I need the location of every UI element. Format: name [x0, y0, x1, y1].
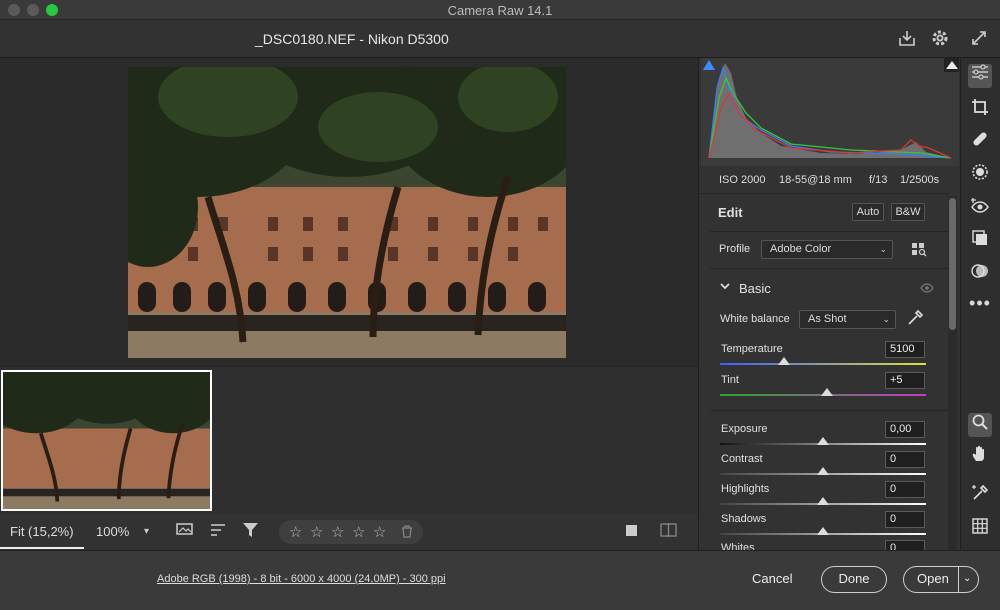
- filmstrip-view-icon[interactable]: [176, 522, 194, 543]
- slider-label: Shadows: [721, 513, 767, 525]
- bw-button[interactable]: B&W: [891, 203, 925, 221]
- slider-thumb[interactable]: [777, 357, 790, 365]
- slider-label: Highlights: [721, 483, 770, 495]
- slider-label: Contrast: [721, 453, 763, 465]
- white-balance-select[interactable]: As Shot ⌄: [799, 310, 896, 329]
- slider-value-input[interactable]: 0: [885, 511, 925, 528]
- edit-sliders-icon[interactable]: [968, 64, 992, 88]
- slider-label: Temperature: [721, 343, 783, 355]
- white-balance-value: As Shot: [808, 313, 847, 325]
- profile-browser-icon[interactable]: [911, 241, 927, 260]
- slider-value-input[interactable]: 0: [885, 451, 925, 468]
- window-title: Camera Raw 14.1: [447, 3, 553, 18]
- slider-thumb[interactable]: [817, 527, 829, 535]
- header: _DSC0180.NEF - Nikon D5300: [0, 20, 1000, 58]
- panel-scrollbar-thumb[interactable]: [949, 198, 956, 330]
- presets-icon[interactable]: [968, 262, 992, 286]
- eyedropper-icon[interactable]: [906, 309, 924, 330]
- star-icon[interactable]: ☆: [352, 523, 365, 541]
- heal-icon[interactable]: [968, 130, 992, 154]
- divider: [710, 268, 948, 269]
- rating-bar: ☆ ☆ ☆ ☆ ☆: [279, 520, 423, 544]
- grid-icon[interactable]: [968, 517, 992, 541]
- eye-icon[interactable]: [920, 282, 934, 297]
- slider-value-input[interactable]: +5: [885, 372, 925, 389]
- filmstrip-thumbnail[interactable]: [1, 370, 212, 511]
- chevron-down-icon: ⌄: [879, 244, 887, 254]
- star-icon[interactable]: ☆: [310, 523, 323, 541]
- redeye-icon[interactable]: [968, 197, 992, 221]
- zoom-100-button[interactable]: 100%: [96, 524, 129, 539]
- slider-thumb[interactable]: [817, 467, 829, 475]
- exif-aperture: f/13: [869, 174, 888, 186]
- crop-icon[interactable]: [968, 98, 992, 122]
- slider-label: Tint: [721, 374, 739, 386]
- slider-label: Exposure: [721, 423, 768, 435]
- chevron-down-icon[interactable]: ⌄: [963, 567, 971, 591]
- save-icon[interactable]: [896, 28, 918, 50]
- exif-iso: ISO 2000: [719, 174, 766, 186]
- slider-thumb[interactable]: [821, 388, 834, 396]
- hand-icon[interactable]: [968, 445, 992, 469]
- more-icon[interactable]: •••: [968, 291, 992, 315]
- footer: Adobe RGB (1998) - 8 bit - 6000 x 4000 (…: [0, 550, 1000, 610]
- divider: [710, 410, 948, 411]
- zoom-icon[interactable]: [968, 413, 992, 437]
- file-name: _DSC0180.NEF - Nikon D5300: [255, 31, 449, 47]
- auto-button[interactable]: Auto: [852, 203, 884, 221]
- histogram: [701, 58, 959, 166]
- mask-icon[interactable]: [968, 163, 992, 187]
- divider: [958, 566, 959, 592]
- fullscreen-icon[interactable]: [968, 28, 990, 50]
- basic-section-title[interactable]: Basic: [739, 281, 771, 296]
- white-balance-label: White balance: [720, 313, 790, 325]
- filter-icon[interactable]: [242, 522, 260, 543]
- color-sampler-icon[interactable]: [968, 484, 992, 508]
- chevron-down-icon: ⌄: [882, 314, 890, 324]
- edit-title: Edit: [718, 205, 743, 220]
- before-after-icon[interactable]: [660, 522, 678, 543]
- slider-thumb[interactable]: [817, 437, 829, 445]
- star-icon[interactable]: ☆: [331, 523, 344, 541]
- exif-shutter: 1/2500s: [900, 174, 940, 186]
- slider-value-input[interactable]: 0: [885, 481, 925, 498]
- chevron-down-icon[interactable]: ▾: [144, 526, 149, 537]
- profile-select[interactable]: Adobe Color ⌄: [761, 240, 893, 259]
- done-button[interactable]: Done: [821, 566, 887, 593]
- divider: [710, 231, 948, 232]
- exif-info: ISO 2000 18-55@18 mm f/13 1/2500s: [699, 166, 949, 194]
- open-button[interactable]: Open ⌄: [903, 566, 979, 593]
- chevron-down-icon[interactable]: [719, 280, 731, 295]
- slider-thumb[interactable]: [817, 497, 829, 505]
- trash-icon[interactable]: [401, 525, 413, 541]
- overlay-icon[interactable]: [624, 522, 640, 543]
- slider-value-input[interactable]: 0,00: [885, 421, 925, 438]
- star-icon[interactable]: ☆: [373, 523, 386, 541]
- cancel-button[interactable]: Cancel: [752, 571, 792, 586]
- sort-icon[interactable]: [210, 522, 228, 543]
- star-icon[interactable]: ☆: [289, 523, 302, 541]
- profile-select-value: Adobe Color: [770, 243, 832, 255]
- workflow-options-link[interactable]: Adobe RGB (1998) - 8 bit - 6000 x 4000 (…: [157, 573, 446, 585]
- open-button-label: Open: [917, 571, 949, 586]
- bottom-toolbar: Fit (15,2%) 100% ▾ ☆ ☆ ☆ ☆ ☆: [0, 514, 698, 550]
- zoom-fit-button[interactable]: Fit (15,2%): [10, 524, 74, 539]
- photo-preview[interactable]: [128, 67, 566, 358]
- zoom-fit-underline: [0, 547, 84, 549]
- slider-value-input[interactable]: 5100: [885, 341, 925, 358]
- profile-label: Profile: [719, 243, 751, 255]
- gear-icon[interactable]: [929, 28, 951, 50]
- snapshots-icon[interactable]: [968, 229, 992, 253]
- exif-lens: 18-55@18 mm: [779, 174, 852, 186]
- title-bar: Camera Raw 14.1: [0, 0, 1000, 20]
- slider-track[interactable]: [720, 363, 926, 365]
